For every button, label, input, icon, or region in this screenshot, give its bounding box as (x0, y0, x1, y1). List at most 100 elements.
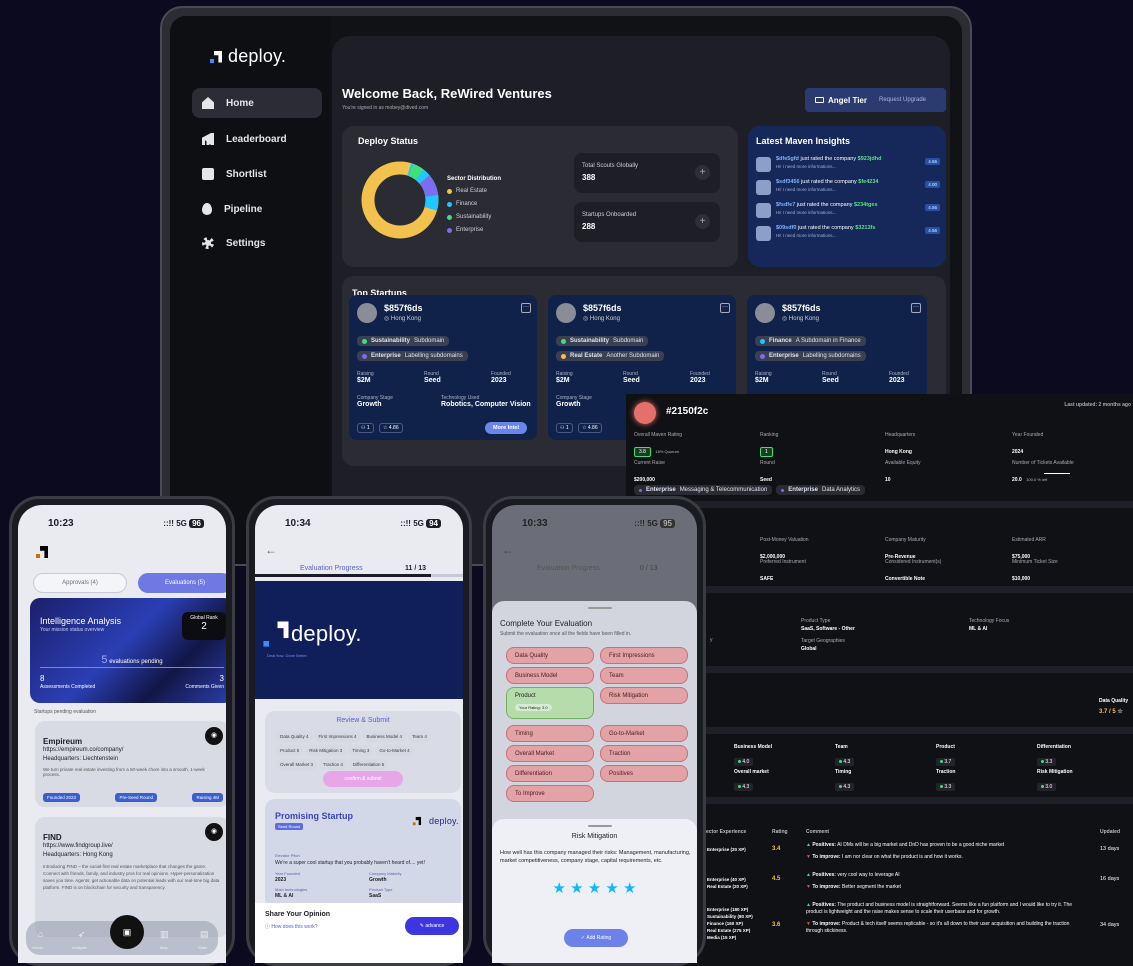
insight-action: just rated the company (800, 156, 857, 162)
back-arrow-icon[interactable]: ← (265, 543, 277, 557)
intel-card: Intelligence Analysis Your mission statu… (30, 598, 226, 703)
insight-item[interactable]: $fsdfe7 just rated the company $234tges … (756, 202, 940, 225)
nav-settings[interactable]: Settings (192, 228, 322, 258)
star-icon[interactable]: ★ (570, 880, 588, 897)
deploy-logo-icon (36, 546, 48, 558)
eye-icon[interactable]: ◉ (205, 823, 223, 841)
clock: 10:34 (285, 517, 311, 529)
sector-legend: Real Estate Finance Sustainability Enter… (447, 188, 491, 233)
sheet-handle[interactable] (588, 825, 612, 827)
logo-text: deploy. (291, 621, 362, 646)
eval-field-tag[interactable]: To Improve (506, 785, 594, 802)
eval-field-tag[interactable]: First Impressions (600, 647, 688, 664)
rating-item: Traction 3.3 (936, 769, 955, 793)
slide-logo: deploy. (263, 621, 362, 647)
star-icon[interactable]: ★ (623, 880, 636, 897)
round-value: Seed (822, 377, 839, 384)
rating-chip: 3.7 (936, 758, 956, 766)
startup-card-empireum[interactable]: Empireum https://empireum.co/company/ He… (35, 721, 226, 807)
phone-complete-evaluation: 10:33 ::!! 5G 95 ← Evaluation Progress 0… (483, 496, 706, 966)
more-icon[interactable]: ··· (911, 303, 921, 313)
tier-badge[interactable]: Angel Tier Request Upgrade (805, 88, 946, 112)
eval-field-tag[interactable]: Timing (506, 725, 594, 742)
rocket-icon[interactable]: ➶ (78, 929, 86, 940)
evaluations-tab[interactable]: Evaluations (5) (138, 573, 226, 593)
more-icon[interactable]: ··· (521, 303, 531, 313)
approvals-tab[interactable]: Approvals (4) (33, 573, 127, 593)
star-icon[interactable]: ★ (588, 880, 606, 897)
star-icon[interactable]: ★ (605, 880, 623, 897)
field-label: Year Founded (1012, 432, 1044, 438)
field-value: 10 (885, 477, 891, 483)
stats-icon[interactable]: ▤ (200, 929, 209, 940)
rating-item: Differentiation 3.3 (1037, 744, 1071, 768)
up-arrow-icon: ▲ (806, 902, 811, 908)
eval-field-tag[interactable]: Differentiation (506, 765, 594, 782)
plus-icon[interactable]: + (695, 214, 710, 229)
eval-field-tag[interactable]: Overall Market (506, 745, 594, 762)
eval-field-tag[interactable]: Business Model (506, 667, 594, 684)
location-text: Hong Kong (589, 316, 620, 322)
data-quality-label: Data Quality (1099, 698, 1129, 704)
back-arrow-icon[interactable]: ← (502, 543, 514, 557)
eval-field-tag[interactable]: Go-to-Market (600, 725, 688, 742)
domain-chip: Sustainability Subdomain (357, 336, 450, 346)
chip-dot (781, 488, 785, 492)
rating-value: 4.0 (742, 759, 750, 765)
field-value: SAFE (760, 576, 774, 582)
review-rating: 3.4 (772, 846, 781, 852)
map-icon[interactable]: ▥ (160, 929, 169, 940)
insight-score: 4.56 (925, 204, 940, 211)
eval-field-tag[interactable]: Traction (600, 745, 688, 762)
insight-item[interactable]: $sdf3456 just rated the company $fe4234 … (756, 179, 940, 202)
insight-item[interactable]: $dfe5gfd just rated the company $923jdhd… (756, 156, 940, 179)
nav-shortlist[interactable]: Shortlist (192, 159, 322, 189)
sector-xp: Sustainability (80 XP) (707, 914, 753, 919)
location-pin-icon: ◎ (583, 316, 589, 322)
detail-tag: Enterprise Data Analytics (776, 485, 866, 495)
tech-focus-value: ML & AI (969, 626, 988, 632)
more-intel-button[interactable]: More Intel (485, 422, 527, 434)
startup-url[interactable]: https://empireum.co/company/ (43, 747, 123, 753)
insight-sub: Hi! I need more informations... (776, 210, 837, 215)
experience-cell: Enterprise (20 XP) (707, 846, 746, 853)
legend-dot (447, 188, 452, 194)
rating-label: Traction (936, 769, 956, 775)
insight-item[interactable]: $09sdf0 just rated the company $3213fs H… (756, 225, 940, 248)
year-value: 2023 (275, 877, 287, 883)
eye-icon[interactable]: ◉ (205, 727, 223, 745)
legend-label: Finance (456, 201, 478, 207)
chip-dot (760, 353, 765, 359)
rating-label: Timing (835, 769, 852, 775)
eval-field-tag[interactable]: Risk Mitigation (600, 687, 688, 704)
more-icon[interactable]: ··· (720, 303, 730, 313)
scan-button[interactable]: ▣ (110, 915, 144, 949)
home-icon[interactable]: ⌂ (38, 929, 43, 939)
startup-url[interactable]: https://www.findgroup.live/ (43, 843, 113, 849)
insights-list: $dfe5gfd just rated the company $923jdhd… (756, 156, 940, 248)
startup-card[interactable]: $857f6ds ◎ Hong Kong ··· Sustainability S… (349, 295, 537, 440)
location-text: Hong Kong (788, 316, 819, 322)
add-rating-button[interactable]: ✓ Add Rating (564, 929, 628, 947)
nav-pipeline[interactable]: Pipeline (192, 194, 322, 224)
advance-button[interactable]: ✎ advance (405, 917, 459, 935)
sheet-handle[interactable] (588, 607, 612, 609)
status-bar: 10:34 ::!! 5G 94 (255, 505, 463, 541)
detail-field: Minimum Ticket Size $10,000 (1012, 559, 1058, 585)
eval-field-tag[interactable]: Team (600, 667, 688, 684)
plus-icon[interactable]: + (695, 165, 710, 180)
star-icon[interactable]: ★ (553, 880, 571, 897)
star-rating[interactable]: ★ ★ ★ ★ ★ (492, 879, 697, 898)
intel-title: Intelligence Analysis (40, 616, 122, 626)
confirm-submit-button[interactable]: confirm & submit (323, 771, 403, 787)
product-tag-rated[interactable]: Product Your Rating: 3.0 (506, 687, 594, 719)
nav-leaderboard[interactable]: Leaderboard (192, 124, 322, 154)
eval-field-tag[interactable]: Data Quality (506, 647, 594, 664)
user-icon: ⚇ (361, 425, 366, 431)
help-link[interactable]: ⓘ How does this work? (265, 923, 318, 930)
eval-field-tag[interactable]: Positives (600, 765, 688, 782)
insight-text: $fsdfe7 just rated the company $234tges (776, 202, 878, 208)
nav-home[interactable]: Home (192, 88, 322, 118)
request-upgrade-link[interactable]: Request Upgrade (879, 97, 926, 103)
app-logo[interactable]: deploy. (210, 46, 286, 67)
